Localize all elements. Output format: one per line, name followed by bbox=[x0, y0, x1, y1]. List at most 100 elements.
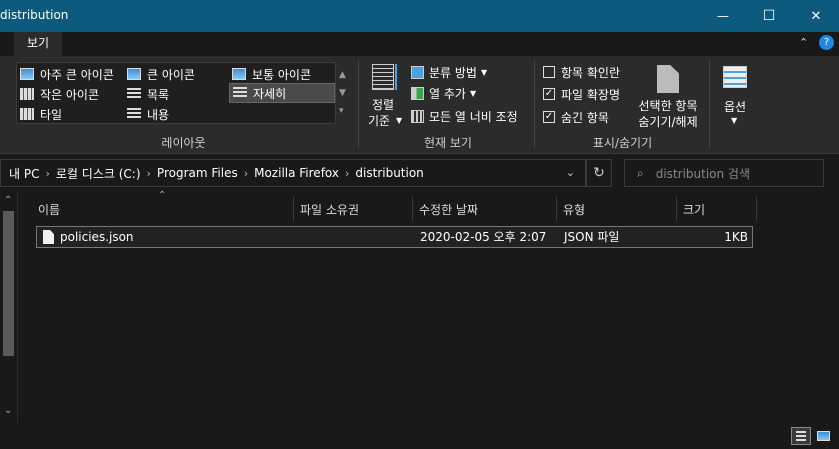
breadcrumb-local-disk[interactable]: 로컬 디스크 (C:) bbox=[50, 165, 147, 182]
layout-content[interactable]: 내용 bbox=[124, 104, 232, 124]
item-checkboxes-toggle[interactable]: 항목 확인란 bbox=[543, 62, 620, 82]
layout-item-label: 목록 bbox=[147, 87, 170, 102]
file-row[interactable]: policies.json 2020-02-05 오후 2:07 JSON 파일… bbox=[36, 226, 753, 248]
breadcrumb-this-pc[interactable]: 내 PC bbox=[1, 165, 45, 182]
maximize-button[interactable]: ☐ bbox=[746, 0, 792, 32]
navigation-pane[interactable]: ⌃ ⌄ bbox=[0, 191, 18, 423]
details-view-button[interactable] bbox=[791, 427, 811, 445]
layout-details[interactable]: 자세히 bbox=[229, 83, 335, 103]
extra-large-icons-icon bbox=[20, 68, 34, 80]
dropdown-arrow-icon: ▼ bbox=[396, 116, 403, 125]
scroll-down-icon[interactable]: ⌄ bbox=[4, 405, 12, 416]
fit-columns-label: 모든 열 너비 조정 bbox=[429, 109, 518, 124]
hide-selected-line2: 숨기기/해제 bbox=[638, 115, 698, 129]
options-button[interactable]: 옵션 ▼ bbox=[716, 62, 754, 130]
ribbon: 아주 큰 아이콘 큰 아이콘 보통 아이콘 작은 아이콘 목록 자세히 타일 내… bbox=[0, 56, 839, 154]
refresh-icon: ↻ bbox=[593, 165, 605, 181]
layout-large-icons[interactable]: 큰 아이콘 bbox=[124, 64, 232, 84]
hidden-items-label: 숨긴 항목 bbox=[561, 110, 609, 125]
group-divider bbox=[358, 60, 359, 148]
group-by-icon bbox=[411, 65, 424, 79]
options-label: 옵션 bbox=[723, 100, 747, 114]
sort-label-line2: 기준 bbox=[368, 114, 391, 128]
layout-item-label: 보통 아이콘 bbox=[252, 67, 312, 82]
dropdown-arrow-icon: ▼ bbox=[731, 116, 738, 125]
maximize-icon: ☐ bbox=[762, 8, 776, 24]
column-header-size[interactable]: 크기 bbox=[677, 197, 757, 221]
search-box[interactable]: ⌕ distribution 검색 bbox=[624, 159, 824, 187]
tiles-icon bbox=[20, 108, 34, 120]
title-bar: distribution — ☐ ✕ bbox=[0, 0, 839, 32]
breadcrumb-distribution[interactable]: distribution bbox=[349, 166, 429, 180]
sort-label-line1: 정렬 bbox=[372, 98, 395, 112]
refresh-button[interactable]: ↻ bbox=[586, 159, 612, 187]
unchecked-box-icon bbox=[543, 66, 555, 78]
fit-columns-button[interactable]: 모든 열 너비 조정 bbox=[411, 106, 518, 126]
group-by-label: 분류 방법 bbox=[429, 65, 477, 80]
column-header-type[interactable]: 유형 bbox=[557, 197, 677, 221]
file-extensions-toggle[interactable]: ✓ 파일 확장명 bbox=[543, 84, 620, 104]
list-icon bbox=[127, 88, 141, 100]
details-view-icon bbox=[796, 431, 806, 441]
layout-gallery-scroll[interactable]: ▲ ▼ ▾ bbox=[337, 62, 349, 124]
small-icons-icon bbox=[20, 88, 34, 100]
dropdown-arrow-icon: ▼ bbox=[480, 67, 488, 77]
tab-view[interactable]: 보기 bbox=[14, 32, 62, 57]
layout-item-label: 작은 아이콘 bbox=[40, 87, 100, 102]
window-title: distribution bbox=[0, 8, 69, 22]
layout-item-label: 큰 아이콘 bbox=[147, 67, 195, 82]
layout-small-icons[interactable]: 작은 아이콘 bbox=[17, 84, 125, 104]
column-header-modified[interactable]: 수정한 날짜 bbox=[413, 197, 557, 221]
search-input[interactable]: distribution 검색 bbox=[656, 165, 750, 182]
sort-arrow-icon bbox=[395, 64, 397, 90]
file-name: policies.json bbox=[60, 230, 134, 244]
add-column-icon bbox=[411, 86, 424, 100]
group-divider bbox=[534, 60, 535, 148]
layout-tiles[interactable]: 타일 bbox=[17, 104, 125, 124]
file-modified: 2020-02-05 오후 2:07 bbox=[420, 230, 547, 244]
breadcrumb-mozilla-firefox[interactable]: Mozilla Firefox bbox=[248, 166, 345, 180]
layout-item-label: 내용 bbox=[147, 107, 170, 122]
scroll-up-icon[interactable]: ⌃ bbox=[4, 195, 12, 206]
add-column-label: 열 추가 bbox=[429, 86, 466, 101]
file-type: JSON 파일 bbox=[564, 230, 620, 244]
medium-icons-icon bbox=[232, 68, 246, 80]
gallery-expand-icon[interactable]: ▾ bbox=[339, 106, 344, 116]
layout-medium-icons[interactable]: 보통 아이콘 bbox=[229, 64, 337, 84]
file-icon bbox=[43, 230, 54, 244]
ribbon-tab-bar: ⌃ ? bbox=[0, 32, 839, 56]
close-icon: ✕ bbox=[810, 8, 822, 24]
search-icon: ⌕ bbox=[637, 165, 644, 180]
large-icons-view-button[interactable] bbox=[814, 427, 834, 445]
checked-box-icon: ✓ bbox=[543, 88, 555, 100]
scroll-down-icon[interactable]: ▼ bbox=[339, 88, 346, 98]
hidden-items-toggle[interactable]: ✓ 숨긴 항목 bbox=[543, 107, 609, 127]
close-button[interactable]: ✕ bbox=[793, 0, 839, 32]
breadcrumb-program-files[interactable]: Program Files bbox=[151, 166, 244, 180]
group-label-current-view: 현재 보기 bbox=[424, 136, 472, 150]
hide-selected-button[interactable]: 선택한 항목 숨기기/해제 bbox=[632, 62, 704, 130]
address-bar[interactable]: 내 PC › 로컬 디스크 (C:) › Program Files › Moz… bbox=[0, 159, 586, 187]
column-header-owner[interactable]: 파일 소유권 bbox=[294, 197, 413, 221]
item-checkboxes-label: 항목 확인란 bbox=[561, 65, 621, 80]
add-column-button[interactable]: 열 추가 ▼ bbox=[411, 83, 476, 103]
sort-by-button[interactable]: 정렬 기준 ▼ bbox=[366, 62, 406, 130]
status-bar bbox=[0, 423, 839, 449]
help-icon[interactable]: ? bbox=[819, 35, 834, 50]
layout-list[interactable]: 목록 bbox=[124, 84, 232, 104]
minimize-button[interactable]: — bbox=[700, 0, 746, 32]
file-size: 1KB bbox=[724, 230, 748, 244]
scroll-up-icon[interactable]: ▲ bbox=[339, 70, 346, 80]
scrollbar-thumb[interactable] bbox=[3, 211, 14, 356]
large-icons-icon bbox=[127, 68, 141, 80]
group-label-show-hide: 표시/숨기기 bbox=[592, 136, 653, 150]
content-icon bbox=[127, 108, 141, 120]
group-by-button[interactable]: 분류 방법 ▼ bbox=[411, 62, 487, 82]
chevron-down-icon[interactable]: ⌄ bbox=[566, 166, 575, 179]
minimize-icon: — bbox=[717, 9, 729, 23]
column-header-name[interactable]: 이름 bbox=[32, 197, 294, 221]
details-icon bbox=[233, 87, 247, 99]
layout-extra-large-icons[interactable]: 아주 큰 아이콘 bbox=[17, 64, 125, 84]
group-label-layout: 레이아웃 bbox=[161, 136, 206, 150]
collapse-ribbon-icon[interactable]: ⌃ bbox=[799, 36, 808, 49]
